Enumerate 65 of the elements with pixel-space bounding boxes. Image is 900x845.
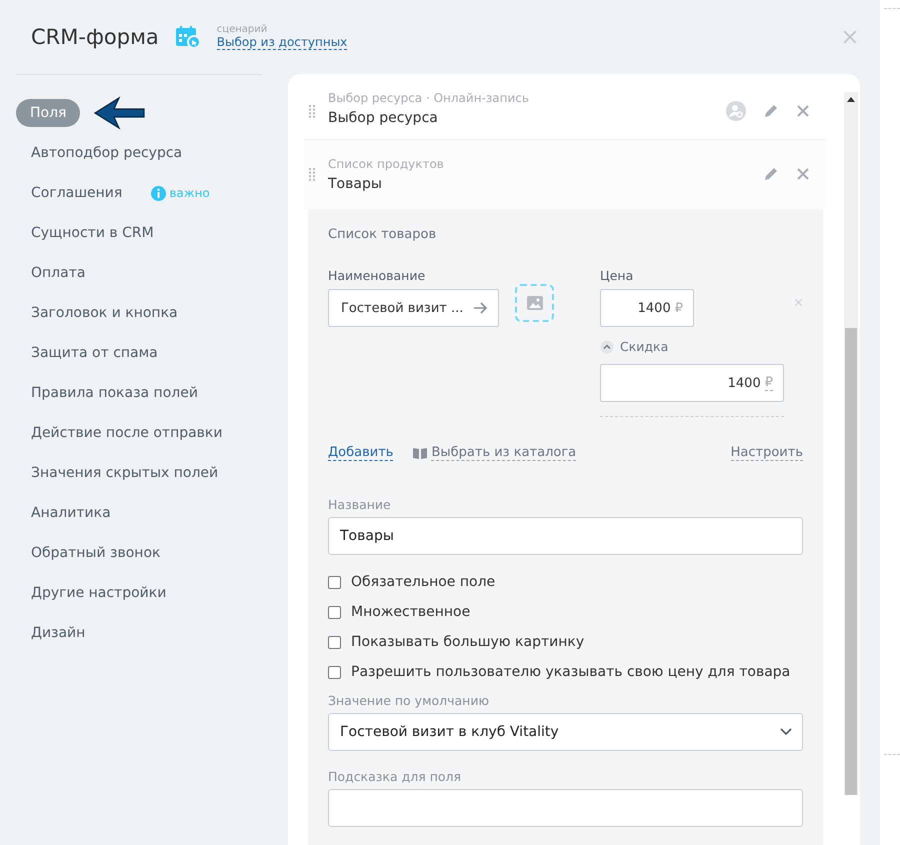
remove-product-button[interactable]	[794, 298, 803, 308]
sidebar-item[interactable]: Правила показа полей	[16, 379, 213, 407]
title-field[interactable]: Товары	[328, 517, 803, 555]
discount-label: Скидка	[620, 339, 668, 354]
sidebar-item[interactable]: Аналитика	[16, 499, 126, 527]
field-label: Значение по умолчанию	[328, 693, 490, 708]
checkbox-label: Множественное	[351, 604, 470, 620]
checkbox-label: Обязательное поле	[351, 574, 496, 590]
edit-button[interactable]	[764, 167, 778, 182]
sidebar-item[interactable]: Защита от спама	[16, 339, 173, 367]
drag-handle-icon[interactable]	[308, 167, 316, 182]
info-icon	[151, 186, 166, 200]
checkbox-label: Показывать большую картинку	[351, 634, 584, 650]
sidebar-item[interactable]: Соглашения	[16, 179, 138, 207]
sidebar-item[interactable]: Сущности в CRM	[16, 219, 169, 247]
price-field[interactable]: 1400 ₽	[600, 289, 694, 327]
image-upload-button[interactable]	[515, 284, 554, 322]
field-label: Цена	[600, 268, 634, 283]
field-type: Список продуктов	[328, 156, 445, 172]
remove-button[interactable]	[796, 167, 810, 182]
resource-button[interactable]	[726, 101, 746, 122]
badge-text: важно	[169, 186, 210, 200]
remove-button[interactable]	[796, 104, 810, 118]
default-value-dropdown[interactable]: Гостевой визит в клуб Vitality	[328, 713, 803, 751]
field-label: Наименование	[328, 268, 426, 283]
sidebar-item[interactable]: Другие настройки	[16, 579, 182, 607]
sidebar-item[interactable]: Автоподбор ресурса	[16, 139, 198, 167]
discount-field[interactable]: 1400 ₽	[600, 364, 784, 402]
close-button[interactable]	[842, 29, 858, 45]
sidebar-item[interactable]: Значения скрытых полей	[16, 459, 234, 487]
sidebar-item[interactable]: Обратный звонок	[16, 539, 176, 567]
configure-link[interactable]: Настроить	[730, 445, 803, 461]
sidebar-item[interactable]: Дизайн	[16, 619, 100, 647]
form-title: CRM-форма	[31, 25, 159, 49]
scrollbar[interactable]	[844, 92, 858, 795]
calendar-icon	[174, 25, 201, 49]
checkbox[interactable]	[328, 666, 341, 678]
catalog-link[interactable]: Выбрать из каталога	[431, 445, 576, 461]
drag-handle-icon[interactable]	[308, 104, 316, 118]
hint-field[interactable]	[328, 789, 803, 827]
sidebar-item[interactable]: Заголовок и кнопка	[16, 299, 193, 327]
edit-button[interactable]	[764, 104, 778, 118]
sidebar-item[interactable]: Оплата	[16, 259, 100, 287]
pointer-arrow-drawing	[94, 96, 146, 130]
image-icon	[526, 296, 542, 310]
field-label: Название	[328, 497, 392, 512]
field-type: Выбор ресурса · Онлайн-запись	[328, 90, 530, 106]
arrow-right-icon	[474, 302, 488, 314]
scenario-link[interactable]: Выбор из доступных	[216, 35, 348, 50]
checkbox[interactable]	[328, 576, 341, 588]
checkbox[interactable]	[328, 636, 341, 648]
add-link[interactable]: Добавить	[328, 445, 394, 461]
collapse-icon[interactable]	[600, 340, 614, 354]
sidebar-item[interactable]: Действие после отправки	[16, 419, 238, 447]
product-name-field[interactable]: Гостевой визит ...	[328, 289, 499, 327]
section-title: Список товаров	[328, 227, 438, 242]
book-icon	[413, 447, 428, 459]
field-title: Выбор ресурса	[328, 110, 439, 126]
field-title: Товары	[328, 176, 383, 192]
checkbox[interactable]	[328, 606, 341, 618]
field-label: Подсказка для поля	[328, 769, 462, 784]
chevron-down-icon	[780, 728, 792, 736]
checkbox-label: Разрешить пользователю указывать свою цену для товара	[351, 664, 790, 680]
scenario-label: сценарий	[216, 24, 268, 35]
scroll-up-icon[interactable]	[847, 96, 855, 102]
